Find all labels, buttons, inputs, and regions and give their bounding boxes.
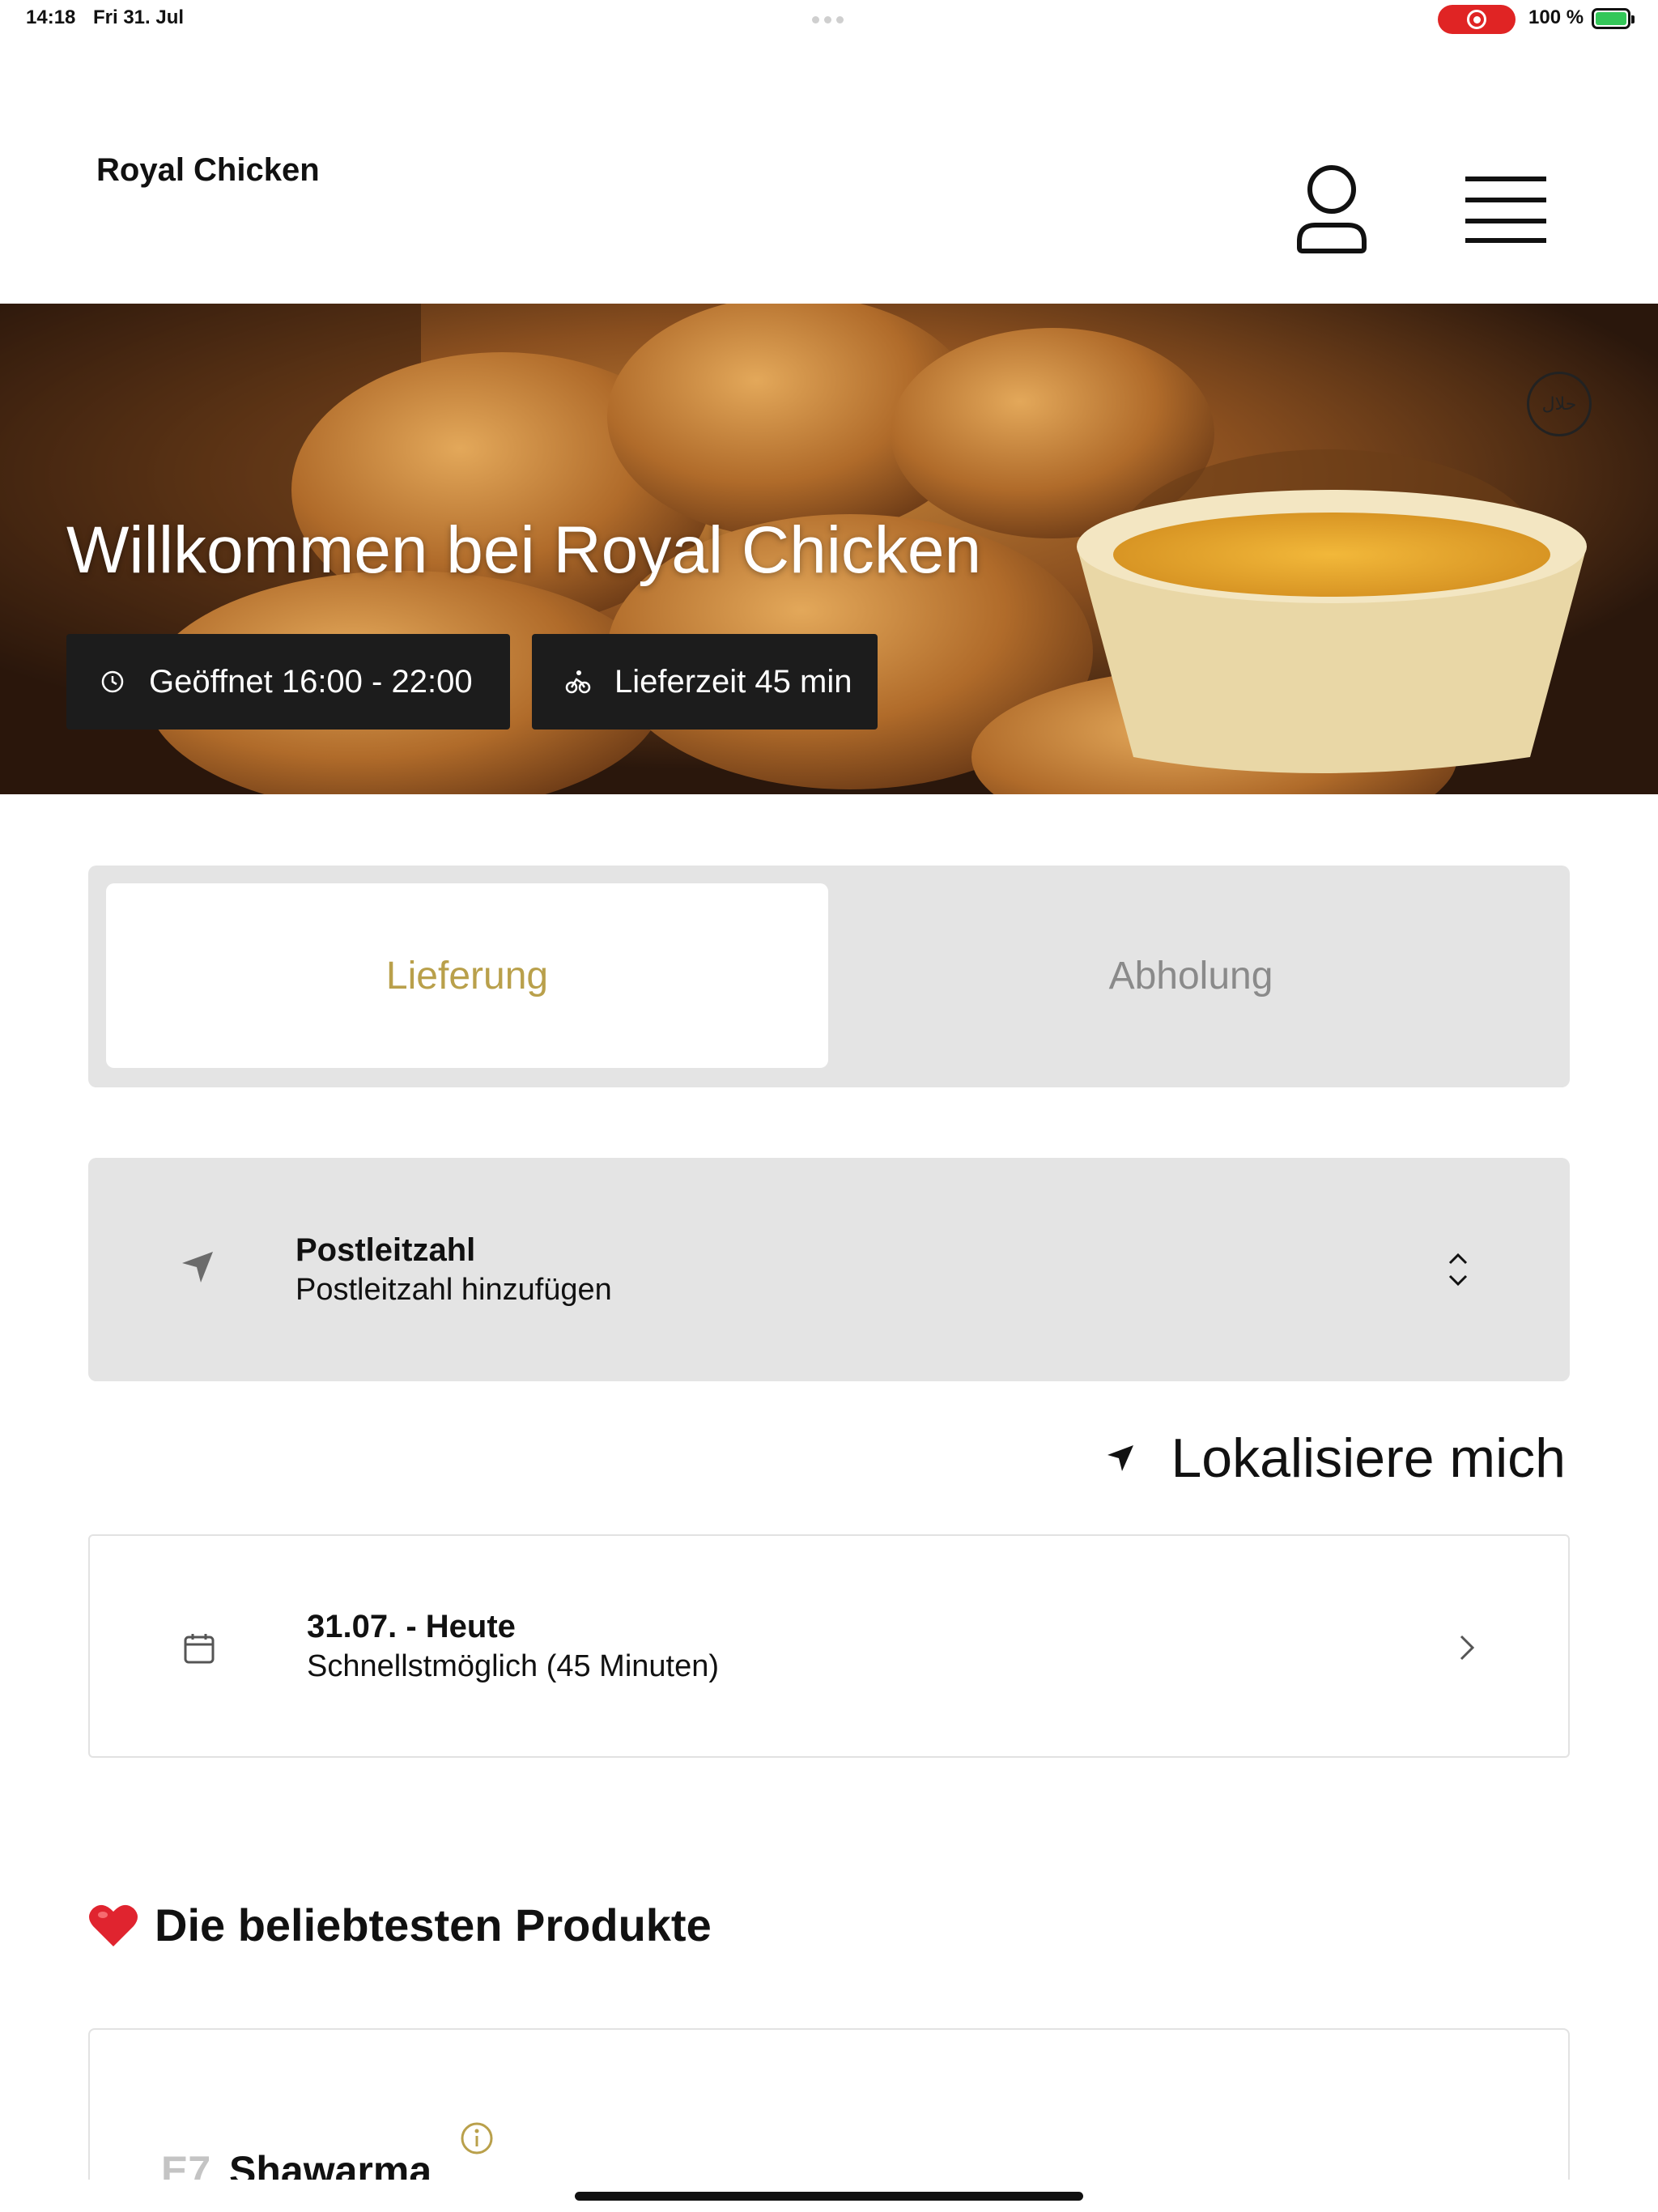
opening-hours-badge: Geöffnet 16:00 - 22:00 xyxy=(66,634,510,730)
hero-title: Willkommen bei Royal Chicken xyxy=(66,513,982,587)
locate-me-button[interactable]: Lokalisiere mich xyxy=(1103,1427,1566,1490)
home-indicator[interactable] xyxy=(575,2192,1083,2201)
status-time: 14:18 xyxy=(26,6,76,28)
postal-code-value: Postleitzahl hinzufügen xyxy=(295,1273,612,1307)
delivery-date: 31.07. - Heute xyxy=(307,1609,516,1644)
hero-banner: حلال Willkommen bei Royal Chicken Geöffn… xyxy=(0,304,1658,794)
opening-hours-text: Geöffnet 16:00 - 22:00 xyxy=(149,663,473,700)
heart-icon xyxy=(89,1904,138,1946)
clock-icon xyxy=(99,668,126,696)
delivery-time-text: Lieferzeit 45 min xyxy=(614,663,852,700)
menu-icon[interactable] xyxy=(1465,175,1546,245)
chevron-right-icon xyxy=(1460,1635,1475,1661)
app-header: Royal Chicken xyxy=(0,39,1658,304)
bicycle-icon xyxy=(564,668,592,696)
battery-icon xyxy=(1592,8,1635,29)
popular-products-title: Die beliebtesten Produkte xyxy=(155,1899,712,1950)
user-icon[interactable] xyxy=(1291,160,1372,257)
locate-me-label: Lokalisiere mich xyxy=(1171,1427,1566,1489)
tab-delivery[interactable]: Lieferung xyxy=(106,883,828,1068)
location-arrow-icon xyxy=(1107,1445,1134,1471)
battery-percentage: 100 % xyxy=(1528,6,1584,28)
halal-icon: حلال xyxy=(1527,372,1592,436)
delivery-time-select[interactable]: 31.07. - Heute Schnellstmöglich (45 Minu… xyxy=(88,1534,1570,1758)
popular-products-heading: Die beliebtesten Produkte xyxy=(88,1899,712,1951)
order-mode-toggle: Lieferung Abholung xyxy=(88,866,1570,1087)
tab-pickup[interactable]: Abholung xyxy=(830,883,1552,1068)
status-bar: 14:18 Fri 31. Jul 100 % xyxy=(0,0,1658,39)
brand-title[interactable]: Royal Chicken xyxy=(96,152,320,189)
multitasking-dots-icon[interactable] xyxy=(812,16,844,23)
delivery-time-badge: Lieferzeit 45 min xyxy=(532,634,878,730)
postal-code-label: Postleitzahl xyxy=(295,1232,476,1268)
calendar-icon xyxy=(184,1634,215,1664)
chevron-up-down-icon xyxy=(1448,1253,1468,1287)
screen-recording-icon[interactable] xyxy=(1438,5,1516,34)
postal-code-select[interactable]: Postleitzahl Postleitzahl hinzufügen xyxy=(88,1158,1570,1381)
delivery-slot: Schnellstmöglich (45 Minuten) xyxy=(307,1649,720,1683)
location-arrow-icon xyxy=(182,1252,213,1283)
info-icon[interactable] xyxy=(459,2121,495,2156)
status-date: Fri 31. Jul xyxy=(93,6,185,28)
